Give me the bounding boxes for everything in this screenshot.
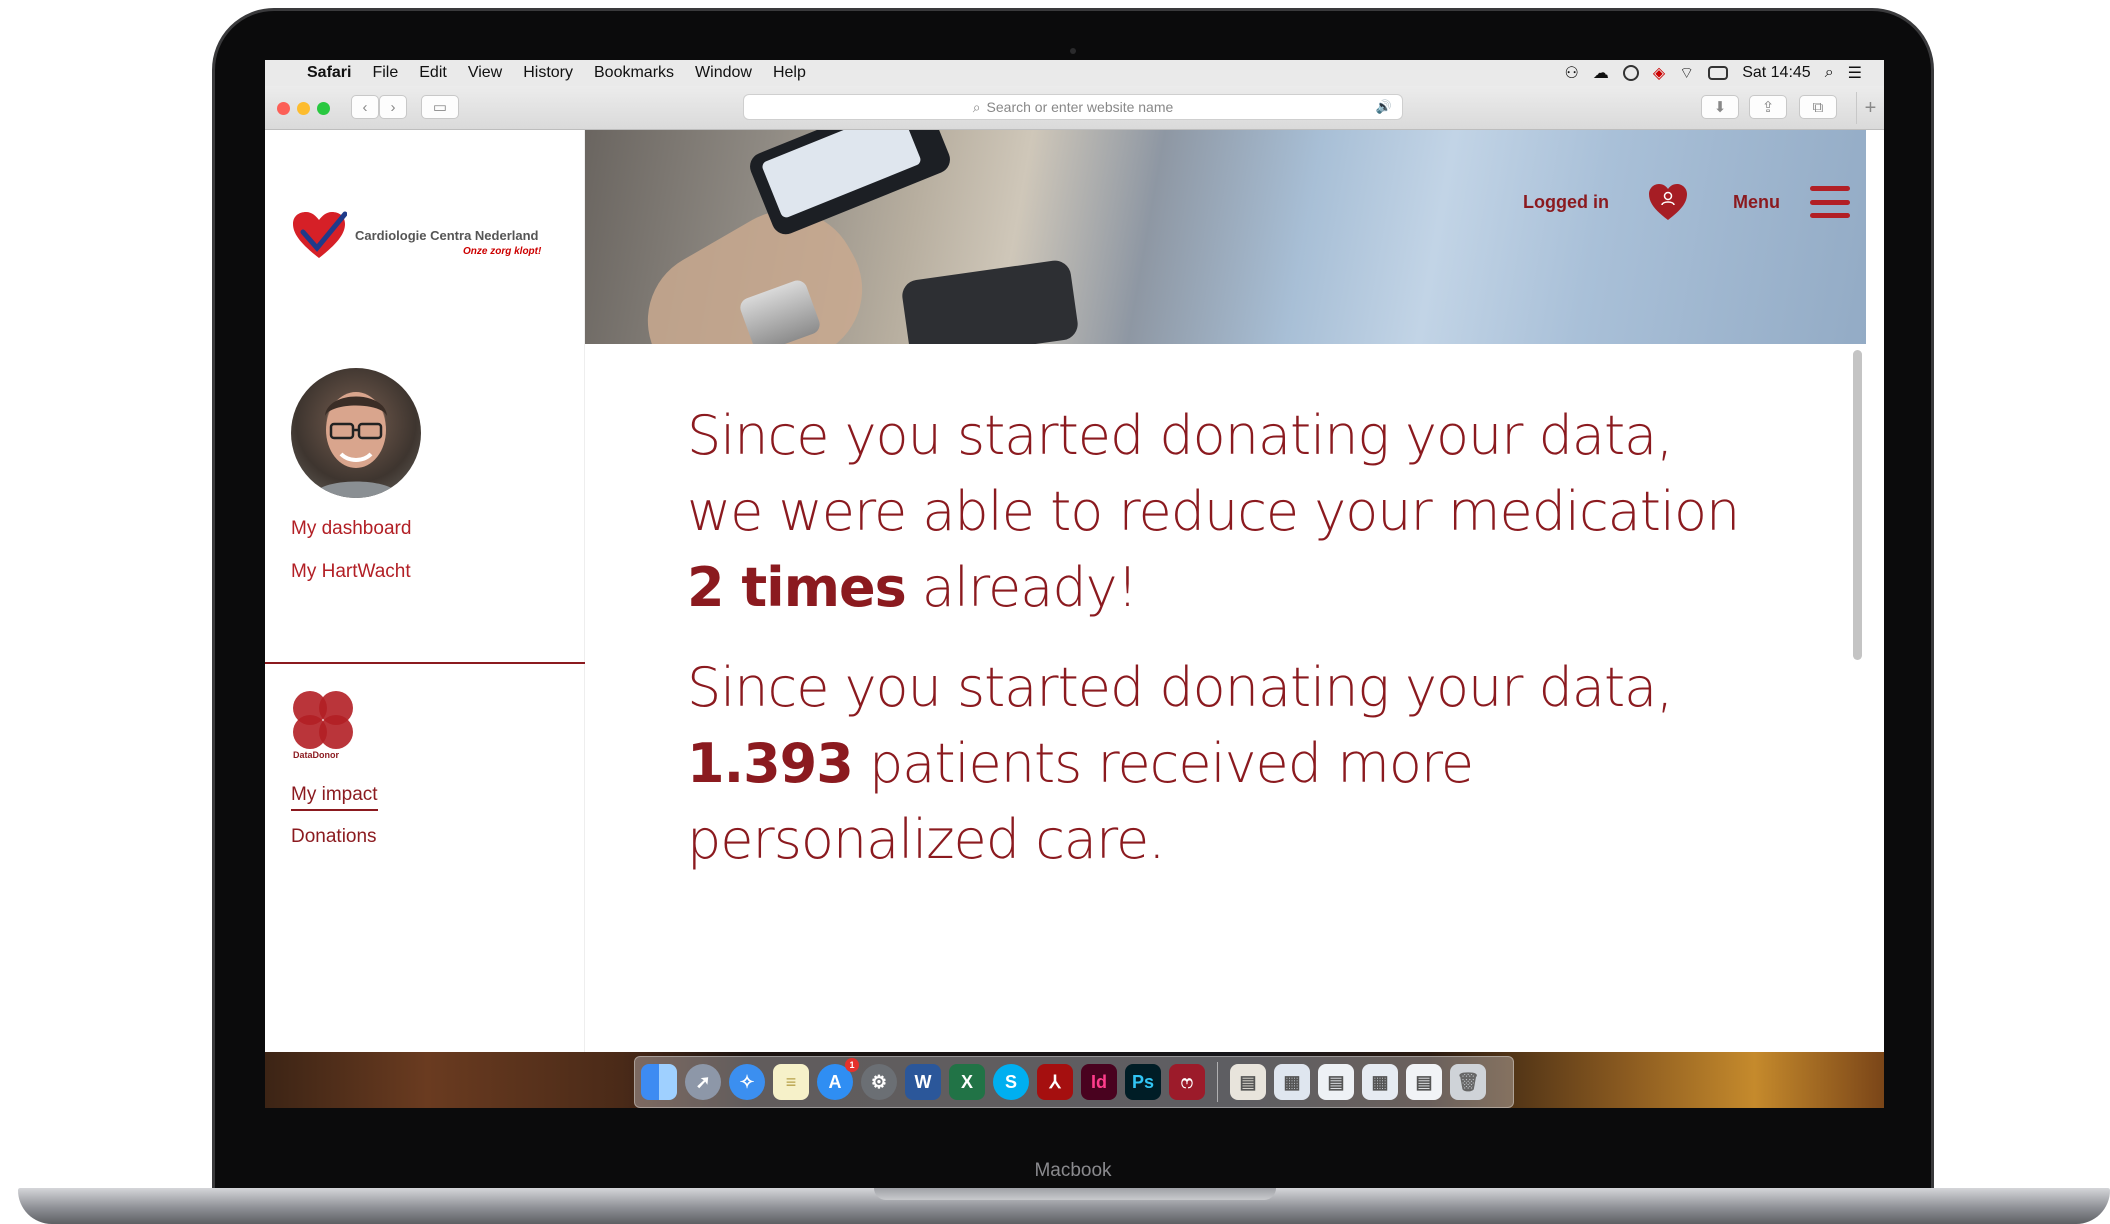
word-icon[interactable]: W	[905, 1064, 941, 1100]
web-page: Cardiologie Centra Nederland Onze zorg k…	[265, 130, 1884, 1052]
page-scrollbar[interactable]	[1853, 350, 1862, 660]
hero-blood-pressure-device	[900, 258, 1080, 344]
impact-patients-pre: Since you started donating your data,	[687, 656, 1673, 719]
mcafee-icon[interactable]: ◈	[1653, 63, 1665, 83]
zoom-window-button[interactable]	[317, 102, 330, 115]
sidebar-item-my-impact[interactable]: My impact	[291, 784, 378, 811]
menu-app-name[interactable]: Safari	[307, 64, 351, 82]
hero-phone	[745, 130, 955, 239]
screen: Safari File Edit View History Bookmarks …	[265, 60, 1884, 1108]
menubar-clock[interactable]: Sat 14:45	[1742, 64, 1811, 82]
logo-tagline: Onze zorg klopt!	[463, 246, 542, 257]
menu-file[interactable]: File	[372, 64, 398, 82]
close-window-button[interactable]	[277, 102, 290, 115]
menu-window[interactable]: Window	[695, 64, 752, 82]
sidebar: My dashboard My HartWacht DataDonor My i…	[265, 344, 585, 1052]
user-heart-icon[interactable]	[1647, 182, 1689, 222]
sidebar-toggle-button[interactable]: ▭	[421, 95, 459, 119]
macos-dock: ➚ ✧ ≡ A1 ⚙ W X S ⅄ Id Ps ෆ ▤ ▦ ▤ ▦ ▤ 🗑	[634, 1056, 1514, 1108]
sidebar-item-my-dashboard[interactable]: My dashboard	[291, 518, 411, 540]
menu-edit[interactable]: Edit	[419, 64, 447, 82]
minimize-window-button[interactable]	[297, 102, 310, 115]
impact-medication-value: 2 times	[687, 556, 907, 619]
sidebar-item-donations[interactable]: Donations	[291, 826, 377, 848]
search-icon: ⌕	[972, 98, 981, 115]
downloads-button[interactable]: ⬇	[1701, 95, 1739, 119]
document-stack-icon[interactable]: ▦	[1274, 1064, 1310, 1100]
battery-icon[interactable]	[1708, 66, 1729, 80]
share-button[interactable]: ⇪	[1749, 95, 1787, 119]
mendeley-icon[interactable]: ෆ	[1169, 1064, 1205, 1100]
glasses-icon[interactable]: ⚇	[1564, 63, 1578, 83]
new-tab-button[interactable]: +	[1856, 92, 1884, 124]
datadonor-label: DataDonor	[293, 750, 340, 760]
site-logo[interactable]: Cardiologie Centra Nederland Onze zorg k…	[265, 130, 585, 344]
sync-icon[interactable]	[1622, 65, 1639, 81]
heart-check-logo-icon	[293, 211, 347, 258]
acrobat-icon[interactable]: ⅄	[1037, 1064, 1073, 1100]
launchpad-icon[interactable]: ➚	[685, 1064, 721, 1100]
tabs-overview-button[interactable]: ⧉	[1799, 95, 1837, 119]
photoshop-icon[interactable]: Ps	[1125, 1064, 1161, 1100]
app-store-badge: 1	[845, 1058, 859, 1072]
wifi-icon[interactable]: ⌔	[1679, 63, 1694, 83]
impact-medication-pre: Since you started donating your data, we…	[687, 404, 1740, 543]
sidebar-item-my-hartwacht[interactable]: My HartWacht	[291, 561, 411, 583]
spotlight-icon[interactable]: ⌕	[1825, 64, 1834, 82]
main-content: Since you started donating your data, we…	[585, 344, 1866, 1052]
document-stack-icon[interactable]: ▤	[1318, 1064, 1354, 1100]
hero-image: Logged in Menu	[585, 130, 1866, 344]
camera	[1070, 48, 1076, 54]
macos-menubar: Safari File Edit View History Bookmarks …	[265, 60, 1884, 86]
menu-link[interactable]: Menu	[1733, 192, 1780, 213]
document-stack-icon[interactable]: ▦	[1362, 1064, 1398, 1100]
logged-in-link[interactable]: Logged in	[1523, 192, 1609, 213]
safari-icon[interactable]: ✧	[729, 1064, 765, 1100]
trash-icon[interactable]: 🗑	[1450, 1064, 1486, 1100]
dock-separator	[1217, 1062, 1218, 1102]
safari-toolbar: ‹ › ▭ ⌕ Search or enter website name 🔊 ⬇…	[265, 86, 1884, 130]
avatar[interactable]	[291, 368, 421, 498]
laptop-hinge-notch	[874, 1188, 1276, 1200]
audio-playing-icon[interactable]: 🔊	[1376, 99, 1392, 115]
menu-help[interactable]: Help	[773, 64, 806, 82]
address-placeholder: Search or enter website name	[986, 99, 1174, 115]
impact-patients-text: Since you started donating your data, 1.…	[687, 650, 1747, 878]
menu-history[interactable]: History	[523, 64, 573, 82]
menubar-status-area: ⚇ ☁ ◈ ⌔ Sat 14:45 ⌕ ☰	[1564, 60, 1862, 86]
indesign-icon[interactable]: Id	[1081, 1064, 1117, 1100]
datadonor-logo-icon	[293, 691, 353, 749]
notification-center-icon[interactable]: ☰	[1848, 63, 1862, 83]
document-stack-icon[interactable]: ▤	[1230, 1064, 1266, 1100]
impact-medication-post: already!	[921, 556, 1138, 619]
skype-icon[interactable]: S	[993, 1064, 1029, 1100]
hamburger-menu-icon[interactable]	[1810, 186, 1850, 218]
creative-cloud-icon[interactable]: ☁	[1593, 63, 1609, 83]
finder-icon[interactable]	[641, 1064, 677, 1100]
impact-medication-text: Since you started donating your data, we…	[687, 398, 1747, 626]
system-preferences-icon[interactable]: ⚙	[861, 1064, 897, 1100]
laptop-mockup: Safari File Edit View History Bookmarks …	[0, 0, 2110, 1224]
impact-patients-value: 1.393	[687, 732, 854, 795]
sidebar-divider	[265, 662, 585, 664]
logo-name: Cardiologie Centra Nederland	[355, 228, 539, 243]
app-store-icon[interactable]: A1	[817, 1058, 859, 1100]
notes-icon[interactable]: ≡	[773, 1064, 809, 1100]
device-label: Macbook	[1034, 1160, 1112, 1181]
back-button[interactable]: ‹	[351, 95, 379, 119]
address-bar[interactable]: ⌕ Search or enter website name 🔊	[743, 94, 1403, 120]
excel-icon[interactable]: X	[949, 1064, 985, 1100]
document-stack-icon[interactable]: ▤	[1406, 1064, 1442, 1100]
menu-view[interactable]: View	[468, 64, 502, 82]
forward-button[interactable]: ›	[379, 95, 407, 119]
menu-bookmarks[interactable]: Bookmarks	[594, 64, 674, 82]
header-links: Logged in Menu	[1523, 182, 1866, 222]
